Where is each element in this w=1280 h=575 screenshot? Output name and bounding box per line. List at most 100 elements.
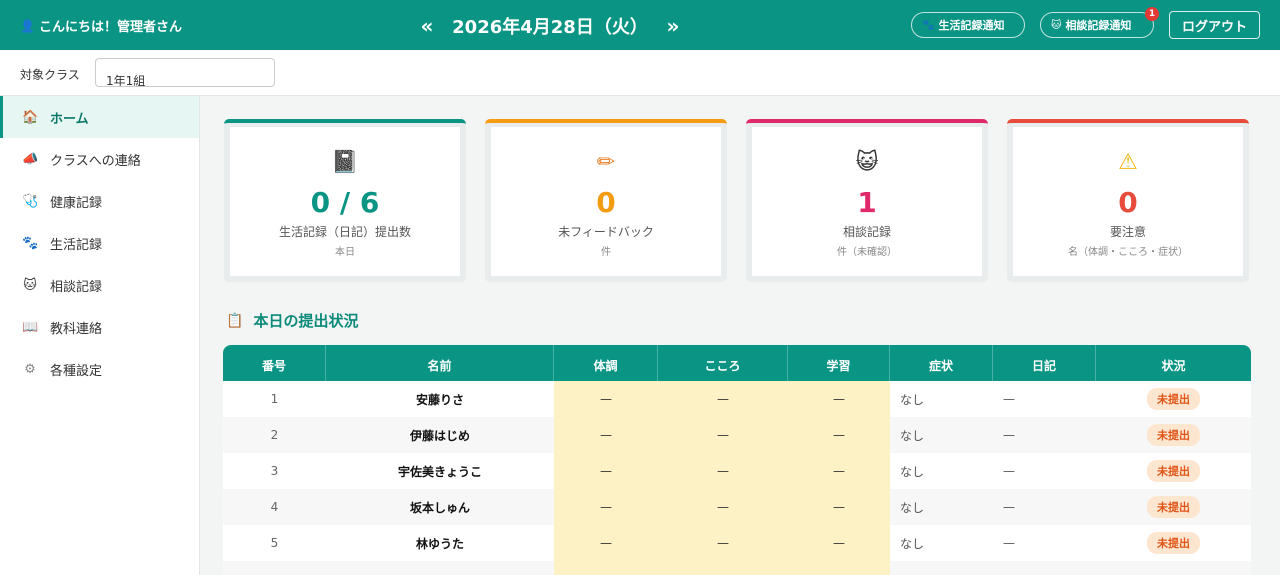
stat-card-attention: ⚠ 0 要注意 名（体調・こころ・症状） xyxy=(1007,119,1249,282)
table-row[interactable]: 4 坂本しゅん — — — なし — 未提出 xyxy=(223,489,1251,525)
logout-button[interactable]: ログアウト xyxy=(1169,11,1260,39)
stat-card-diary: 📓 0 / 6 生活記録（日記）提出数 本日 xyxy=(224,119,466,282)
cell-number: 1 xyxy=(270,392,279,406)
cell-diary: — xyxy=(1003,500,1015,514)
greeting: 👤 こんにちは！管理者さん xyxy=(20,16,182,36)
cell-study: — xyxy=(788,381,890,417)
stat-sub: 名（体調・こころ・症状） xyxy=(1068,247,1188,258)
stat-card-feedback: ✏ 0 未フィードバック 件 xyxy=(485,119,727,282)
cell-diary: — xyxy=(1003,392,1015,406)
class-select[interactable]: 1年1組 xyxy=(95,58,275,87)
table-row[interactable]: 1 安藤りさ — — — なし — 未提出 xyxy=(223,381,1251,417)
sidebar-item-label: 健康記録 xyxy=(50,195,103,211)
life-record-notify-label: 生活記録通知 xyxy=(938,19,1005,32)
date-navigator: « 2026年4月28日（火） » xyxy=(415,12,685,40)
cell-name: 林ゆうた xyxy=(415,536,464,551)
cell-number: 4 xyxy=(270,500,279,514)
cell-status: 未提出 xyxy=(1096,417,1251,453)
sidebar-item-health[interactable]: 🩺 健康記録 xyxy=(0,180,199,222)
cell-status: 未提出 xyxy=(1096,489,1251,525)
cell-mind: — xyxy=(658,417,788,453)
stat-sub: 件（未確認） xyxy=(837,247,897,258)
cell-condition: — xyxy=(554,453,658,489)
gear-icon: ⚙ xyxy=(24,361,36,377)
status-badge: 未提出 xyxy=(1147,388,1200,410)
header-symptom[interactable]: 症状 xyxy=(890,345,993,381)
cell-study: — xyxy=(788,489,890,525)
warning-icon: ⚠ xyxy=(1118,150,1138,175)
table-header: 番号 名前 体調 こころ 学習 症状 日記 状況 xyxy=(223,345,1251,381)
cell-number: 5 xyxy=(270,536,279,550)
submission-table: 番号 名前 体調 こころ 学習 症状 日記 状況 1 安藤りさ — — — なし… xyxy=(223,345,1251,575)
header-number[interactable]: 番号 xyxy=(223,345,326,381)
cell-diary: — xyxy=(1003,536,1015,550)
stat-sub: 本日 xyxy=(335,247,355,258)
next-day-button[interactable]: » xyxy=(661,14,685,38)
class-selector-bar: 対象クラス 1年1組 xyxy=(0,50,1280,96)
header-mind[interactable]: こころ xyxy=(658,345,788,381)
status-badge: 未提出 xyxy=(1147,460,1200,482)
paw-icon: 🐾 xyxy=(22,235,39,251)
status-badge: 未提出 xyxy=(1147,424,1200,446)
header-status[interactable]: 状況 xyxy=(1096,345,1251,381)
table-row[interactable]: 2 伊藤はじめ — — — なし — 未提出 xyxy=(223,417,1251,453)
stethoscope-icon: 🩺 xyxy=(22,193,39,209)
cell-symptom: なし xyxy=(900,392,925,407)
stat-value: 1 xyxy=(857,186,877,219)
consultation-notify-label: 相談記録通知 xyxy=(1065,19,1132,32)
cell-condition: — xyxy=(554,525,658,561)
stat-sub: 件 xyxy=(601,247,611,258)
table-row-partial xyxy=(223,561,1251,575)
cell-diary: — xyxy=(1003,464,1015,478)
stat-label: 要注意 xyxy=(1109,225,1146,239)
header-diary[interactable]: 日記 xyxy=(993,345,1096,381)
cell-number: 2 xyxy=(270,428,279,442)
cell-status: 未提出 xyxy=(1096,381,1251,417)
stat-label: 相談記録 xyxy=(842,225,891,239)
consultation-notify-button[interactable]: 🐱 相談記録通知 1 xyxy=(1040,7,1159,38)
sidebar-item-label: クラスへの連絡 xyxy=(50,153,141,169)
table-row[interactable]: 5 林ゆうた — — — なし — 未提出 xyxy=(223,525,1251,561)
sidebar-item-class-notice[interactable]: 📣 クラスへの連絡 xyxy=(0,138,199,180)
stat-value: 0 xyxy=(1118,186,1138,219)
sidebar: 🏠 ホーム 📣 クラスへの連絡 🩺 健康記録 🐾 生活記録 🐱 相談記録 📖 教… xyxy=(0,96,200,575)
cell-symptom: なし xyxy=(900,428,925,443)
cat-icon: 🐱 xyxy=(1051,19,1062,31)
table-row[interactable]: 3 宇佐美きょうこ — — — なし — 未提出 xyxy=(223,453,1251,489)
cell-name: 伊藤はじめ xyxy=(409,428,470,443)
greeting-text: こんにちは！管理者さん xyxy=(38,20,182,35)
pencil-icon: ✏ xyxy=(596,150,616,175)
sidebar-item-life[interactable]: 🐾 生活記録 xyxy=(0,222,199,264)
user-icon: 👤 xyxy=(20,18,35,33)
sidebar-item-consultation[interactable]: 🐱 相談記録 xyxy=(0,264,199,306)
stat-label: 生活記録（日記）提出数 xyxy=(278,225,411,239)
cell-symptom: なし xyxy=(900,536,925,551)
cell-status: 未提出 xyxy=(1096,525,1251,561)
cell-name: 安藤りさ xyxy=(415,392,464,407)
header-condition[interactable]: 体調 xyxy=(554,345,658,381)
header-name[interactable]: 名前 xyxy=(326,345,554,381)
cell-mind: — xyxy=(658,381,788,417)
cell-symptom: なし xyxy=(900,500,925,515)
cell-name: 坂本しゅん xyxy=(409,500,470,515)
cell-condition: — xyxy=(554,417,658,453)
sidebar-item-settings[interactable]: ⚙ 各種設定 xyxy=(0,348,199,390)
status-badge: 未提出 xyxy=(1147,532,1200,554)
cell-mind: — xyxy=(658,525,788,561)
stat-card-consultation: 😺 1 相談記録 件（未確認） xyxy=(746,119,988,282)
cell-study: — xyxy=(788,417,890,453)
cat-icon: 🐱 xyxy=(23,277,37,293)
cell-symptom: なし xyxy=(900,464,925,479)
cat-icon: 😺 xyxy=(855,150,879,175)
cell-diary: — xyxy=(1003,428,1015,442)
sidebar-item-label: 相談記録 xyxy=(50,279,103,295)
clipboard-icon: 📋 xyxy=(226,312,244,329)
sidebar-item-home[interactable]: 🏠 ホーム xyxy=(0,96,199,138)
life-record-notify-button[interactable]: 🐾 生活記録通知 xyxy=(911,12,1025,38)
header-study[interactable]: 学習 xyxy=(788,345,890,381)
cell-status: 未提出 xyxy=(1096,453,1251,489)
class-select-value: 1年1組 xyxy=(106,74,146,87)
home-icon: 🏠 xyxy=(22,109,39,125)
prev-day-button[interactable]: « xyxy=(415,14,439,38)
sidebar-item-subject[interactable]: 📖 教科連絡 xyxy=(0,306,199,348)
